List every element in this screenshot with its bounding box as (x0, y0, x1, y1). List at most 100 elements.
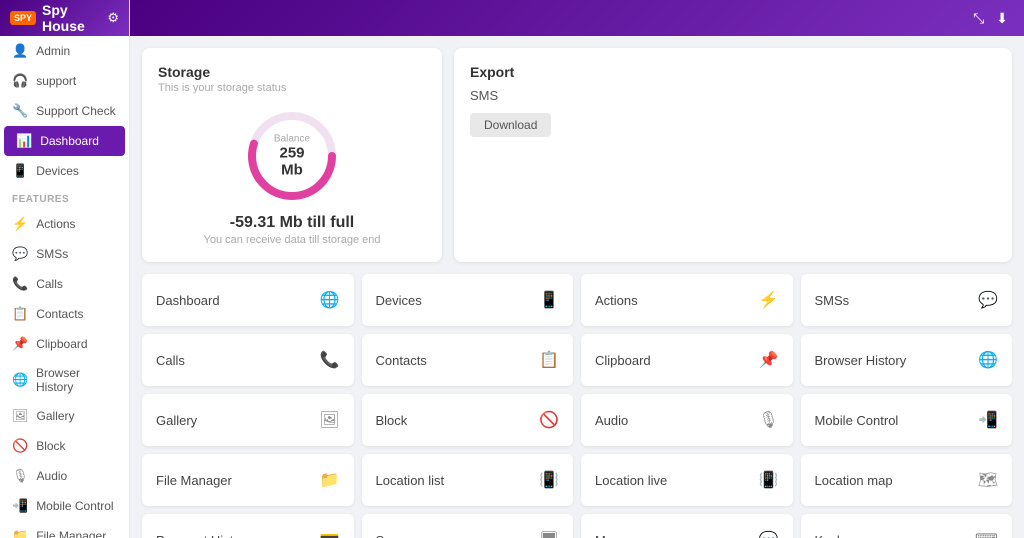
sidebar-item-file-manager[interactable]: 📁 File Manager (0, 521, 129, 538)
sidebar-label-support: support (36, 74, 76, 88)
sidebar-item-support-check[interactable]: 🔧 Support Check (0, 96, 129, 126)
settings-icon[interactable]: ⚙ (107, 10, 119, 26)
feature-icon-screen: 🖥 (539, 530, 559, 538)
feature-card-block[interactable]: Block 🚫 (362, 394, 574, 446)
feature-card-keylogger[interactable]: Keylogger ⌨ (801, 514, 1013, 538)
sidebar-item-browser-history[interactable]: 🌐 Browser History (0, 359, 129, 401)
feature-card-screen[interactable]: Screen 🖥 (362, 514, 574, 538)
feature-icon-calls: 📞 (320, 350, 340, 370)
sidebar-item-mobile-control[interactable]: 📲 Mobile Control (0, 491, 129, 521)
feature-card-browser-history[interactable]: Browser History 🌐 (801, 334, 1013, 386)
mobile-control-icon: 📲 (12, 498, 28, 514)
sidebar-label-support-check: Support Check (36, 104, 115, 118)
admin-icon: 👤 (12, 43, 28, 59)
feature-icon-location-list: 📳 (539, 470, 559, 490)
smss-icon: 💬 (12, 246, 28, 262)
download-button[interactable]: Download (470, 113, 551, 137)
clipboard-icon: 📌 (12, 336, 28, 352)
sidebar-item-devices[interactable]: 📱 Devices (0, 156, 129, 186)
support-icon: 🎧 (12, 73, 28, 89)
feature-icon-payment-history: 💳 (320, 530, 340, 538)
donut-center: Balance 259 Mb (267, 134, 317, 179)
sidebar-item-dashboard[interactable]: 📊 Dashboard (4, 126, 125, 156)
sidebar-item-actions[interactable]: ⚡ Actions (0, 209, 129, 239)
sidebar-header: SPY Spy House ⚙ (0, 0, 129, 36)
feature-card-mobile-control[interactable]: Mobile Control 📲 (801, 394, 1013, 446)
expand-icon[interactable]: ⤡ (973, 10, 984, 27)
feature-card-payment-history[interactable]: Payment History 💳 (142, 514, 354, 538)
sidebar-label-block: Block (36, 439, 65, 453)
cards-row: Storage This is your storage status Bala… (142, 48, 1012, 262)
audio-icon: 🎙 (12, 468, 29, 484)
sidebar-item-smss[interactable]: 💬 SMSs (0, 239, 129, 269)
feature-icon-location-map: 🗺 (978, 470, 998, 490)
sidebar-logo: SPY (10, 11, 36, 25)
feature-icon-keylogger: ⌨ (975, 530, 998, 538)
feature-card-dashboard[interactable]: Dashboard 🌐 (142, 274, 354, 326)
feature-icon-devices: 📱 (539, 290, 559, 310)
calls-icon: 📞 (12, 276, 28, 292)
feature-icon-location-live: 📳 (759, 470, 779, 490)
feature-icon-actions: ⚡ (759, 290, 779, 310)
feature-card-calls[interactable]: Calls 📞 (142, 334, 354, 386)
storage-card: Storage This is your storage status Bala… (142, 48, 442, 262)
sidebar-item-contacts[interactable]: 📋 Contacts (0, 299, 129, 329)
feature-icon-browser-history: 🌐 (978, 350, 998, 370)
sidebar-label-dashboard: Dashboard (40, 134, 99, 148)
export-title: Export (470, 64, 996, 80)
feature-card-smss[interactable]: SMSs 💬 (801, 274, 1013, 326)
sidebar-item-support[interactable]: 🎧 support (0, 66, 129, 96)
sidebar-item-admin[interactable]: 👤 Admin (0, 36, 129, 66)
sidebar-label-gallery: Gallery (37, 409, 75, 423)
dashboard-icon: 📊 (16, 133, 32, 149)
feature-card-location-map[interactable]: Location map 🗺 (801, 454, 1013, 506)
feature-card-location-live[interactable]: Location live 📳 (581, 454, 793, 506)
storage-title: Storage (158, 64, 426, 80)
sidebar-label-contacts: Contacts (36, 307, 83, 321)
export-sms-label: SMS (470, 88, 996, 103)
support-check-icon: 🔧 (12, 103, 28, 119)
donut-value: 259 Mb (267, 145, 317, 179)
sidebar-label-file-manager: File Manager (36, 529, 106, 538)
feature-card-location-list[interactable]: Location list 📳 (362, 454, 574, 506)
feature-card-gallery[interactable]: Gallery 🖼 (142, 394, 354, 446)
feature-icon-file-manager: 📁 (320, 470, 340, 490)
export-card: Export SMS Download (454, 48, 1012, 262)
features-label: FEATURES (0, 186, 129, 209)
sidebar-item-block[interactable]: 🚫 Block (0, 431, 129, 461)
feature-grid: Dashboard 🌐 Devices 📱 Actions ⚡ SMSs 💬 C… (142, 274, 1012, 538)
storage-note: You can receive data till storage end (158, 234, 426, 246)
feature-card-messengers[interactable]: Messengers 💬 (581, 514, 793, 538)
feature-card-devices[interactable]: Devices 📱 (362, 274, 574, 326)
feature-card-file-manager[interactable]: File Manager 📁 (142, 454, 354, 506)
feature-icon-gallery: 🖼 (319, 410, 339, 430)
sidebar-label-devices: Devices (36, 164, 79, 178)
sidebar-item-calls[interactable]: 📞 Calls (0, 269, 129, 299)
feature-icon-dashboard: 🌐 (320, 290, 340, 310)
feature-card-contacts[interactable]: Contacts 📋 (362, 334, 574, 386)
feature-icon-smss: 💬 (978, 290, 998, 310)
sidebar-item-clipboard[interactable]: 📌 Clipboard (0, 329, 129, 359)
feature-icon-contacts: 📋 (539, 350, 559, 370)
feature-card-audio[interactable]: Audio 🎙 (581, 394, 793, 446)
devices-icon: 📱 (12, 163, 28, 179)
sidebar-label-actions: Actions (36, 217, 75, 231)
feature-card-clipboard[interactable]: Clipboard 📌 (581, 334, 793, 386)
topbar: ⤡ ⬇ (130, 0, 1024, 36)
donut-container: Balance 259 Mb (242, 106, 342, 206)
sidebar-item-gallery[interactable]: 🖼 Gallery (0, 401, 129, 431)
sidebar-item-audio[interactable]: 🎙 Audio (0, 461, 129, 491)
contacts-icon: 📋 (12, 306, 28, 322)
block-icon: 🚫 (12, 438, 28, 454)
gallery-icon: 🖼 (12, 408, 29, 424)
feature-card-actions[interactable]: Actions ⚡ (581, 274, 793, 326)
download-icon[interactable]: ⬇ (996, 10, 1008, 27)
donut-label: Balance (267, 134, 317, 145)
feature-icon-audio: 🎙 (758, 410, 778, 430)
storage-negative-text: -59.31 Mb till full (158, 214, 426, 232)
feature-icon-mobile-control: 📲 (978, 410, 998, 430)
feature-icon-messengers: 💬 (759, 530, 779, 538)
browser-history-icon: 🌐 (12, 372, 28, 388)
sidebar: SPY Spy House ⚙ 👤 Admin 🎧 support 🔧 Supp… (0, 0, 130, 538)
actions-icon: ⚡ (12, 216, 28, 232)
